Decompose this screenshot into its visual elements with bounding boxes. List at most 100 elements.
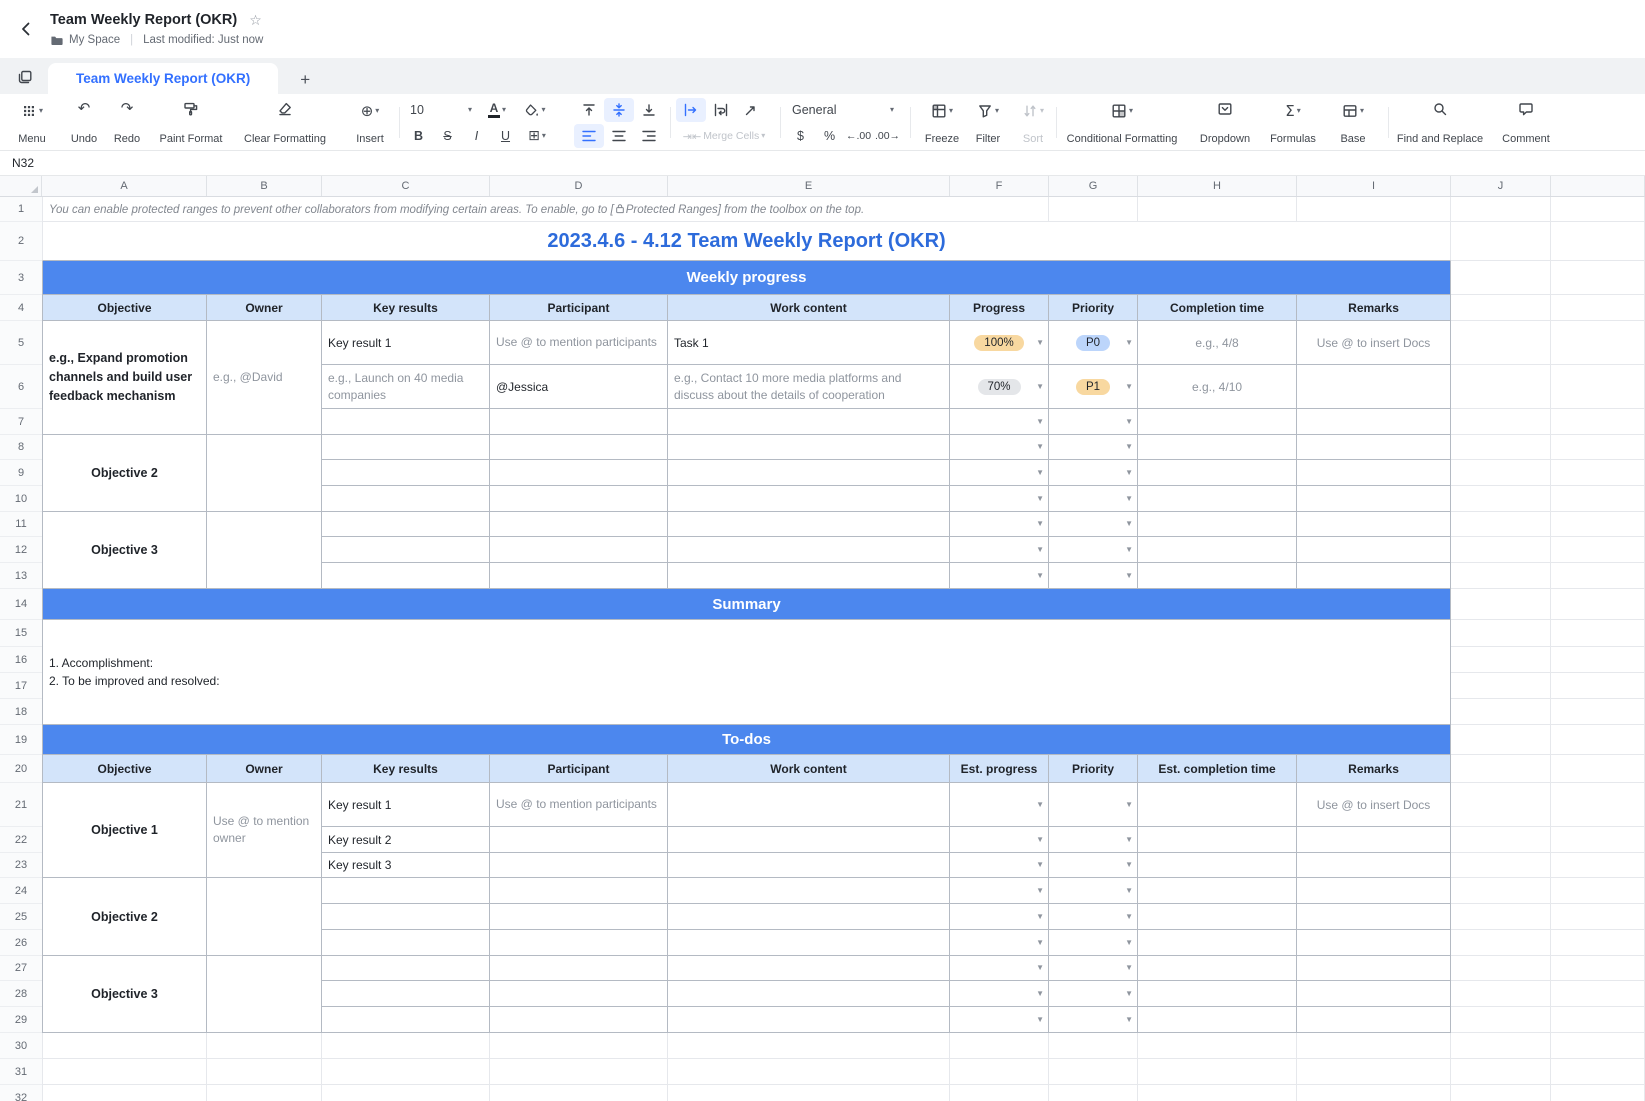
cell-G25[interactable]: ▼: [1049, 904, 1138, 930]
bold-button[interactable]: B: [404, 124, 433, 148]
cell-I9[interactable]: [1297, 460, 1451, 486]
cell-K19[interactable]: [1551, 725, 1645, 755]
dropdown-arrow-icon[interactable]: ▼: [1036, 469, 1044, 477]
cell-K6[interactable]: [1551, 365, 1645, 409]
cell-K8[interactable]: [1551, 435, 1645, 460]
cell-C30[interactable]: [322, 1033, 490, 1059]
dropdown-arrow-icon[interactable]: ▼: [1036, 383, 1044, 391]
halign-center-button[interactable]: [604, 124, 634, 148]
cell-D28[interactable]: [490, 981, 668, 1007]
cell-C7[interactable]: [322, 409, 490, 435]
cell-J22[interactable]: [1451, 827, 1551, 853]
text-rotation-button[interactable]: [736, 98, 766, 122]
dropdown-arrow-icon[interactable]: ▼: [1125, 861, 1133, 869]
header-objective[interactable]: Objective: [42, 295, 207, 321]
cell-J27[interactable]: [1451, 956, 1551, 981]
cell-H29[interactable]: [1138, 1007, 1297, 1033]
cell-G7[interactable]: ▼: [1049, 409, 1138, 435]
cell-G32[interactable]: [1049, 1085, 1138, 1101]
cell-K13[interactable]: [1551, 563, 1645, 589]
cell-F29[interactable]: ▼: [950, 1007, 1049, 1033]
cell-H24[interactable]: [1138, 878, 1297, 904]
cell-G1[interactable]: [1049, 197, 1138, 222]
cell-F23[interactable]: ▼: [950, 853, 1049, 878]
cell-F28[interactable]: ▼: [950, 981, 1049, 1007]
row-header-26[interactable]: 26: [0, 930, 42, 956]
cell-G29[interactable]: ▼: [1049, 1007, 1138, 1033]
cell-D27[interactable]: [490, 956, 668, 981]
cell-H23[interactable]: [1138, 853, 1297, 878]
cell-K3[interactable]: [1551, 261, 1645, 295]
cell-K23[interactable]: [1551, 853, 1645, 878]
row-header-5[interactable]: 5: [0, 321, 42, 365]
cell-C23[interactable]: Key result 3: [322, 853, 490, 878]
cell-G5[interactable]: P0▼: [1049, 321, 1138, 365]
dropdown-arrow-icon[interactable]: ▼: [1125, 990, 1133, 998]
row-header-6[interactable]: 6: [0, 365, 42, 409]
cell-C8[interactable]: [322, 435, 490, 460]
dropdown-arrow-icon[interactable]: ▼: [1125, 836, 1133, 844]
cell-C32[interactable]: [322, 1085, 490, 1101]
header-est-completion-time[interactable]: Est. completion time: [1138, 755, 1297, 783]
cell-objective-1-todos[interactable]: Objective 1: [42, 783, 207, 878]
filter-button[interactable]: ▾ Filter: [966, 101, 1010, 145]
cell-I28[interactable]: [1297, 981, 1451, 1007]
dropdown-arrow-icon[interactable]: ▼: [1125, 418, 1133, 426]
cell-I7[interactable]: [1297, 409, 1451, 435]
cell-B8[interactable]: [207, 435, 322, 512]
cell-F12[interactable]: ▼: [950, 537, 1049, 563]
star-icon[interactable]: ☆: [249, 12, 262, 29]
cell-H26[interactable]: [1138, 930, 1297, 956]
header-remarks-todos[interactable]: Remarks: [1297, 755, 1451, 783]
row-header-3[interactable]: 3: [0, 261, 42, 295]
cell-K16[interactable]: [1551, 647, 1645, 673]
cell-J24[interactable]: [1451, 878, 1551, 904]
dropdown-button[interactable]: Dropdown: [1194, 101, 1256, 145]
row-header-21[interactable]: 21: [0, 783, 42, 827]
row-header-11[interactable]: 11: [0, 512, 42, 537]
cell-G6[interactable]: P1▼: [1049, 365, 1138, 409]
text-wrap-button[interactable]: [706, 98, 736, 122]
header-key-results[interactable]: Key results: [322, 295, 490, 321]
row-header-14[interactable]: 14: [0, 589, 42, 620]
cell-F27[interactable]: ▼: [950, 956, 1049, 981]
cell-objective-2-todos[interactable]: Objective 2: [42, 878, 207, 956]
dropdown-arrow-icon[interactable]: ▼: [1036, 964, 1044, 972]
cell-I24[interactable]: [1297, 878, 1451, 904]
cell-B24[interactable]: [207, 878, 322, 956]
cell-K14[interactable]: [1551, 589, 1645, 620]
cell-J28[interactable]: [1451, 981, 1551, 1007]
row-header-22[interactable]: 22: [0, 827, 42, 853]
cell-K22[interactable]: [1551, 827, 1645, 853]
priority-pill[interactable]: P1: [1076, 379, 1110, 395]
number-format-select[interactable]: General ▾: [786, 98, 900, 122]
cell-C25[interactable]: [322, 904, 490, 930]
cell-J18[interactable]: [1451, 699, 1551, 725]
dropdown-arrow-icon[interactable]: ▼: [1036, 939, 1044, 947]
cell-J13[interactable]: [1451, 563, 1551, 589]
valign-top-button[interactable]: [574, 98, 604, 122]
row-header-15[interactable]: 15: [0, 620, 42, 647]
cell-E30[interactable]: [668, 1033, 950, 1059]
cell-F5[interactable]: 100%▼: [950, 321, 1049, 365]
cell-K21[interactable]: [1551, 783, 1645, 827]
cell-J5[interactable]: [1451, 321, 1551, 365]
cell-J15[interactable]: [1451, 620, 1551, 647]
cell-K15[interactable]: [1551, 620, 1645, 647]
cell-F10[interactable]: ▼: [950, 486, 1049, 512]
col-header-D[interactable]: D: [490, 176, 668, 196]
cell-I13[interactable]: [1297, 563, 1451, 589]
italic-button[interactable]: I: [462, 124, 491, 148]
cell-E6[interactable]: e.g., Contact 10 more media platforms an…: [668, 365, 950, 409]
cell-G26[interactable]: ▼: [1049, 930, 1138, 956]
cell-D31[interactable]: [490, 1059, 668, 1085]
section-banner-weekly-progress[interactable]: Weekly progress: [42, 261, 1451, 295]
dropdown-arrow-icon[interactable]: ▼: [1036, 495, 1044, 503]
cell-C10[interactable]: [322, 486, 490, 512]
section-banner-summary[interactable]: Summary: [42, 589, 1451, 620]
cell-D30[interactable]: [490, 1033, 668, 1059]
header-priority-todos[interactable]: Priority: [1049, 755, 1138, 783]
dropdown-arrow-icon[interactable]: ▼: [1125, 546, 1133, 554]
cell-J31[interactable]: [1451, 1059, 1551, 1085]
cell-K4[interactable]: [1551, 295, 1645, 321]
